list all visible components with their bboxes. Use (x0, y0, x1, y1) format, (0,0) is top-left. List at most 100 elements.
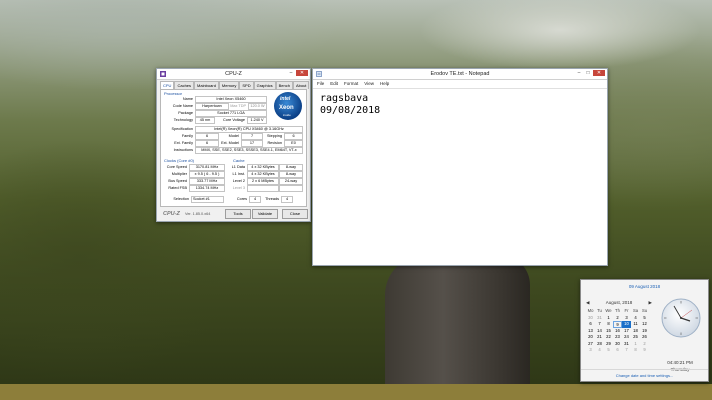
tab-cpu[interactable]: CPU (160, 81, 175, 89)
clock-label: Bus Speed (168, 179, 187, 183)
selection-label: Selection (173, 197, 189, 201)
cores-label: Cores (236, 197, 247, 201)
clock-value: x 9.5 ( 6 - 9.5 ) (189, 171, 225, 178)
close-icon[interactable]: ✕ (593, 70, 605, 76)
model-value: 7 (241, 133, 263, 140)
taskbar[interactable] (0, 384, 712, 400)
cpuz-tabs: CPU Caches Mainboard Memory SPD Graphics… (157, 80, 310, 89)
menu-help[interactable]: Help (380, 80, 389, 88)
revision-value: E0 (284, 140, 303, 147)
cpuz-footer: CPU-Z Ver. 1.85.0.x64 Tools Validate Clo… (160, 208, 308, 219)
notepad-titlebar[interactable]: Erodov TE.txt - Notepad – □ ✕ (313, 69, 607, 80)
cache-group-title: Cache (233, 158, 245, 163)
family-value: 6 (195, 133, 219, 140)
max-tdp-value: 120.0 W (248, 103, 267, 110)
menu-view[interactable]: View (364, 80, 374, 88)
analog-clock (661, 298, 701, 338)
threads-value: 4 (281, 196, 293, 203)
cache-assoc (279, 185, 303, 192)
chevron-left-icon[interactable]: ◀ (586, 300, 589, 306)
cache-assoc: 8-way (279, 164, 303, 171)
cache-label: Level 3 (232, 186, 245, 190)
cache-assoc: 8-way (279, 171, 303, 178)
tools-button[interactable]: Tools (225, 209, 251, 219)
revision-label: Revision (267, 141, 282, 145)
name-value: Intel Xeon X5460 (195, 96, 267, 103)
ext-family-value: 6 (195, 140, 219, 147)
ext-model-label: Ext. Model (221, 141, 239, 145)
calendar-day[interactable]: 8 (631, 347, 640, 354)
max-tdp-label: Max TDP (230, 104, 246, 108)
minimize-icon[interactable]: – (575, 70, 583, 76)
package-value: Socket 771 LGA (195, 110, 267, 117)
selection-dropdown[interactable]: Socket #1 (191, 196, 224, 203)
cache-value: 4 x 32 KBytes (247, 171, 279, 178)
tab-memory[interactable]: Memory (218, 81, 240, 89)
clock-label: Multiplier (171, 172, 187, 176)
menu-file[interactable]: File (317, 80, 324, 88)
wallpaper-rock-formation (385, 255, 530, 385)
family-label: Family (181, 134, 193, 138)
close-icon[interactable]: ✕ (296, 70, 308, 76)
tab-bench[interactable]: Bench (275, 81, 293, 89)
cache-label: L1 Data (231, 165, 245, 169)
specification-value: Intel(R) Xeon(R) CPU X5460 @ 3.16GHz (195, 126, 303, 133)
specification-label: Specification (171, 127, 193, 131)
chevron-right-icon[interactable]: ▶ (649, 300, 652, 306)
menu-edit[interactable]: Edit (330, 80, 338, 88)
minimize-icon[interactable]: – (287, 70, 295, 76)
clock-label: Rated FSB (168, 186, 187, 190)
flyout-date-link[interactable]: 09 August 2018 (581, 284, 708, 289)
calendar-day[interactable]: 9 (640, 347, 649, 354)
cache-assoc: 24-way (279, 178, 303, 185)
cpuz-window[interactable]: CPU-Z – ✕ CPU Caches Mainboard Memory SP… (156, 68, 311, 222)
cache-label: Level 2 (232, 179, 245, 183)
cpuz-logo: CPU-Z (163, 211, 180, 217)
core-voltage-value: 1.240 V (247, 117, 267, 124)
clock-value: 333.77 MHz (189, 178, 225, 185)
calendar-day[interactable]: 4 (595, 347, 604, 354)
processor-group-title: Processor (164, 91, 183, 96)
cpuz-titlebar[interactable]: CPU-Z – ✕ (157, 69, 310, 80)
stepping-value: 6 (284, 133, 303, 140)
notepad-window[interactable]: Erodov TE.txt - Notepad – □ ✕ File Edit … (312, 68, 608, 266)
ext-model-value: 17 (241, 140, 263, 147)
tab-spd[interactable]: SPD (239, 81, 254, 89)
intel-xeon-logo: intel Xeon inside (274, 92, 302, 120)
notepad-title: Erodov TE.txt - Notepad (430, 71, 490, 77)
clocks-group-title: Clocks (Core #0) (164, 158, 195, 163)
version-text: Ver. 1.85.0.x64 (185, 212, 211, 216)
clock-flyout: 09 August 2018 ◀ August, 2018 ▶ Mo Tu We Th… (580, 279, 709, 382)
instructions-value: MMX, SSE, SSE2, SSE3, SSSE3, SSE4.1, EM6… (195, 147, 303, 154)
technology-value: 45 nm (195, 117, 215, 124)
calendar-day[interactable]: 6 (613, 347, 622, 354)
tab-caches[interactable]: Caches (174, 81, 195, 89)
cpuz-cpu-panel: Processor Name Intel Xeon X5460 Code Nam… (160, 89, 307, 207)
menu-format[interactable]: Format (344, 80, 358, 88)
package-label: Package (178, 111, 193, 115)
calendar-day[interactable]: 5 (604, 347, 613, 354)
clock-label: Core Speed (166, 165, 187, 169)
stepping-label: Stepping (267, 134, 282, 138)
tab-graphics[interactable]: Graphics (253, 81, 276, 89)
close-button[interactable]: Close (282, 209, 308, 219)
maximize-icon[interactable]: □ (584, 70, 592, 76)
tab-mainboard[interactable]: Mainboard (194, 81, 219, 89)
notepad-text-area[interactable]: ragsbava 09/08/2018 (313, 89, 607, 121)
change-date-time-link[interactable]: Change date and time settings... (581, 369, 708, 378)
validate-button[interactable]: Validate (252, 209, 278, 219)
clock-value: 1334.74 MHz (189, 185, 225, 192)
notepad-menubar: File Edit Format View Help (313, 80, 607, 89)
code-name-label: Code Name (172, 104, 193, 108)
ext-family-label: Ext. Family (174, 141, 193, 145)
cache-label: L1 Inst. (232, 172, 245, 176)
digital-time: 04:40:21 PM (667, 360, 693, 365)
tab-about[interactable]: About (292, 81, 310, 89)
code-name-value: Harpertown (195, 103, 229, 110)
calendar-day[interactable]: 7 (622, 347, 631, 354)
calendar-day[interactable]: 3 (586, 347, 595, 354)
clock-value: 3170.81 MHz (189, 164, 225, 171)
model-label: Model (228, 134, 239, 138)
calendar-month-label[interactable]: August, 2018 (606, 300, 633, 306)
threads-label: Threads (265, 197, 279, 201)
